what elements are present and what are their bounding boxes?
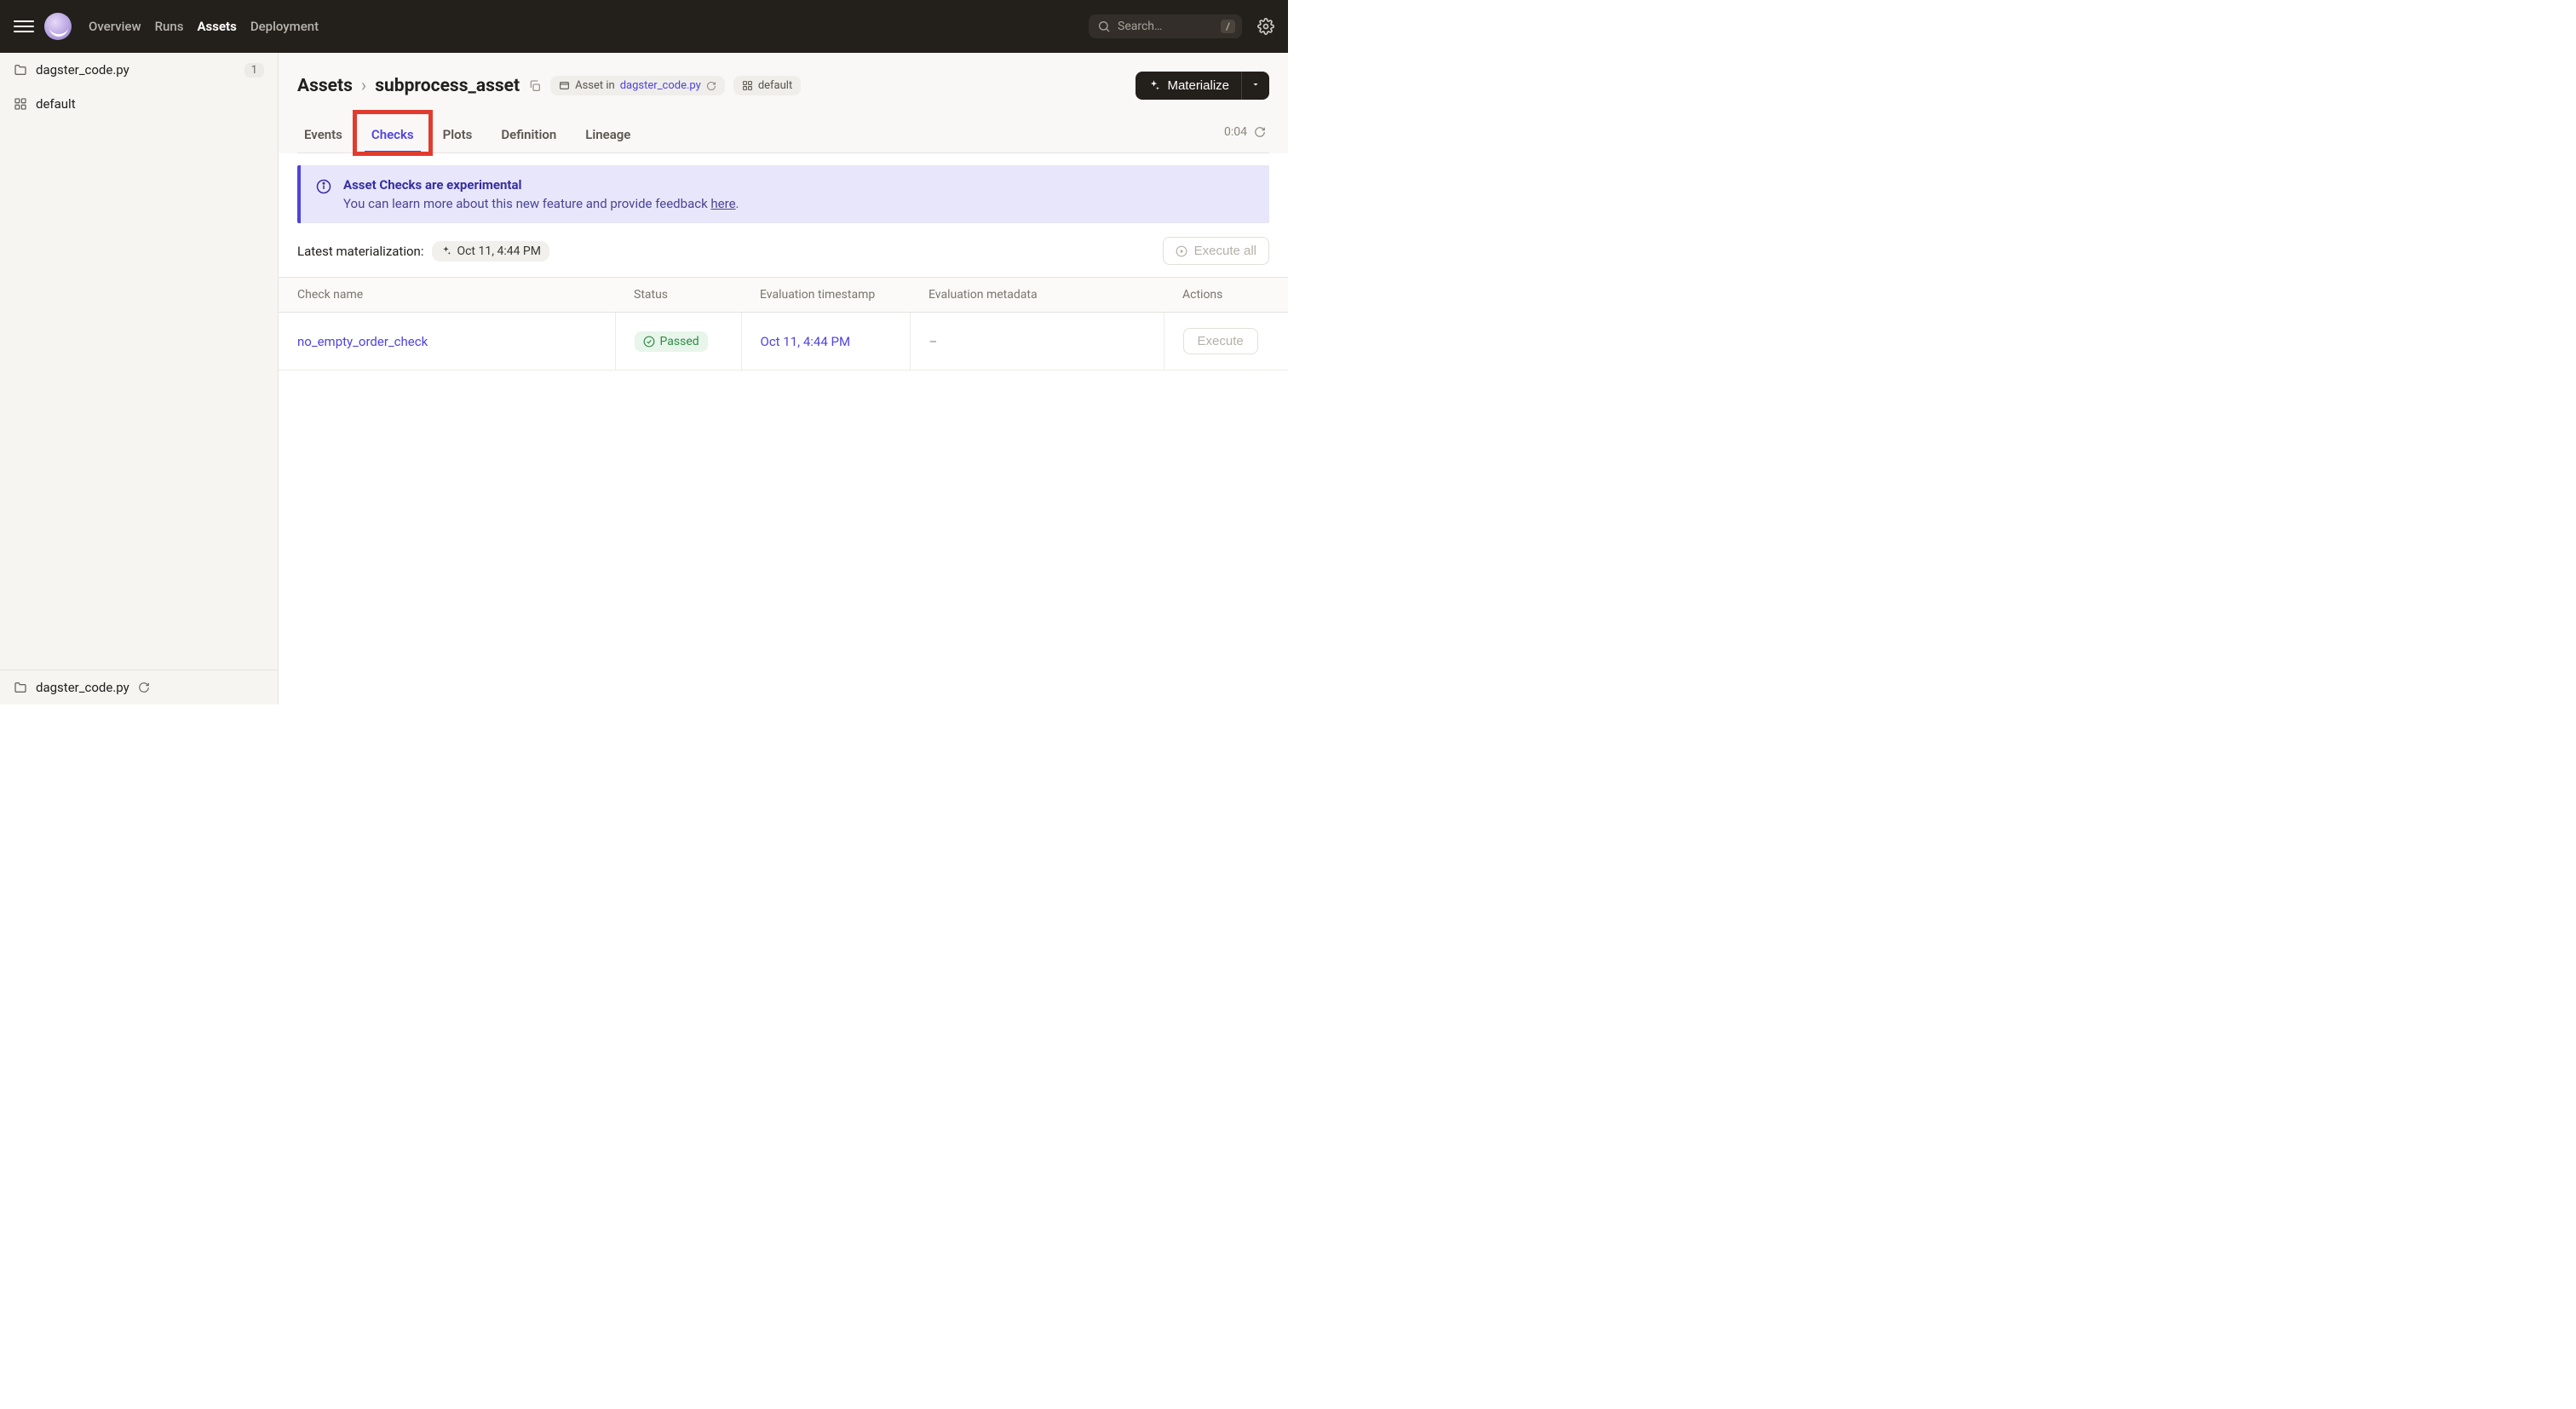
materialize-button[interactable]: Materialize: [1136, 72, 1241, 100]
sidebar-footer-label: dagster_code.py: [36, 680, 129, 695]
copy-icon[interactable]: [528, 79, 542, 93]
materialization-label: Latest materialization:: [297, 244, 423, 259]
nav-overview[interactable]: Overview: [89, 19, 141, 34]
materialize-button-group: Materialize: [1136, 72, 1269, 100]
chevron-right-icon: ›: [361, 76, 366, 96]
eval-metadata-value: –: [929, 334, 938, 349]
nav-runs[interactable]: Runs: [155, 19, 184, 34]
sidebar: dagster_code.py 1 default dagster_code.p…: [0, 53, 279, 704]
gear-icon[interactable]: [1257, 18, 1274, 35]
search-shortcut-badge: /: [1221, 20, 1235, 33]
main-content: Assets › subprocess_asset Asset in dagst…: [279, 53, 1288, 704]
experimental-banner: Asset Checks are experimental You can le…: [297, 165, 1269, 223]
sparkle-icon: [1147, 79, 1160, 92]
table-row: no_empty_order_check Passed Oct 11, 4:44…: [279, 313, 1288, 371]
col-status: Status: [615, 278, 741, 313]
page-header: Assets › subprocess_asset Asset in dagst…: [279, 53, 1288, 153]
chevron-down-icon: [1251, 79, 1261, 89]
materialize-dropdown-button[interactable]: [1241, 72, 1269, 100]
reload-icon[interactable]: [138, 681, 150, 693]
nav-links: Overview Runs Assets Deployment: [89, 19, 319, 34]
sidebar-item-asset-group[interactable]: default: [0, 87, 278, 121]
banner-feedback-link[interactable]: here: [710, 196, 735, 211]
search-input[interactable]: Search… /: [1089, 14, 1242, 38]
play-icon: [1176, 245, 1187, 257]
table-header-row: Check name Status Evaluation timestamp E…: [279, 278, 1288, 313]
execute-all-button[interactable]: Execute all: [1163, 237, 1269, 265]
asset-group-chip[interactable]: default: [733, 76, 801, 95]
banner-title: Asset Checks are experimental: [343, 177, 739, 193]
folder-icon: [14, 681, 27, 694]
hamburger-icon[interactable]: [14, 16, 34, 37]
asset-in-chip[interactable]: Asset in dagster_code.py: [550, 76, 725, 95]
banner-body: You can learn more about this new featur…: [343, 196, 739, 211]
tabs: Events Checks Plots Definition Lineage 0…: [297, 118, 1269, 153]
tab-events[interactable]: Events: [297, 118, 349, 152]
sidebar-item-badge: 1: [244, 63, 264, 78]
top-nav: Overview Runs Assets Deployment Search… …: [0, 0, 1288, 53]
asset-group-icon: [14, 97, 27, 111]
execute-check-button[interactable]: Execute: [1183, 328, 1258, 354]
materialization-chip[interactable]: Oct 11, 4:44 PM: [432, 241, 549, 262]
info-icon: [316, 179, 331, 194]
check-name-link[interactable]: no_empty_order_check: [297, 334, 428, 349]
sparkle-icon: [440, 245, 451, 256]
breadcrumb-asset-name: subprocess_asset: [375, 76, 520, 96]
asset-in-link: dagster_code.py: [620, 79, 701, 92]
asset-group-label: default: [758, 79, 792, 92]
asset-in-prefix: Asset in: [575, 79, 615, 92]
sidebar-footer[interactable]: dagster_code.py: [0, 670, 278, 704]
col-eval-metadata: Evaluation metadata: [910, 278, 1164, 313]
search-placeholder: Search…: [1118, 20, 1221, 33]
sidebar-item-code-location[interactable]: dagster_code.py 1: [0, 53, 278, 87]
refresh-icon[interactable]: [706, 81, 716, 91]
eval-timestamp-link[interactable]: Oct 11, 4:44 PM: [761, 334, 851, 349]
tab-plots[interactable]: Plots: [436, 118, 480, 152]
materialization-row: Latest materialization: Oct 11, 4:44 PM …: [279, 223, 1288, 277]
sidebar-item-label: default: [36, 96, 76, 112]
check-circle-icon: [643, 336, 655, 348]
refresh-timer: 0:04: [1224, 125, 1247, 139]
refresh-icon[interactable]: [1254, 126, 1266, 138]
folder-icon: [14, 63, 27, 77]
code-location-icon: [559, 80, 570, 91]
search-icon: [1097, 20, 1111, 33]
breadcrumb-root[interactable]: Assets: [297, 76, 353, 96]
dagster-logo[interactable]: [44, 13, 72, 40]
breadcrumb: Assets › subprocess_asset: [297, 76, 542, 96]
checks-table: Check name Status Evaluation timestamp E…: [279, 277, 1288, 371]
tab-lineage[interactable]: Lineage: [578, 118, 637, 152]
tab-definition[interactable]: Definition: [494, 118, 563, 152]
tab-checks[interactable]: Checks: [365, 118, 421, 152]
col-check-name: Check name: [279, 278, 615, 313]
status-badge: Passed: [635, 331, 708, 352]
col-eval-timestamp: Evaluation timestamp: [741, 278, 910, 313]
sidebar-item-label: dagster_code.py: [36, 62, 129, 78]
asset-group-icon: [742, 80, 753, 91]
nav-assets[interactable]: Assets: [197, 19, 236, 34]
col-actions: Actions: [1164, 278, 1288, 313]
nav-deployment[interactable]: Deployment: [250, 19, 319, 34]
